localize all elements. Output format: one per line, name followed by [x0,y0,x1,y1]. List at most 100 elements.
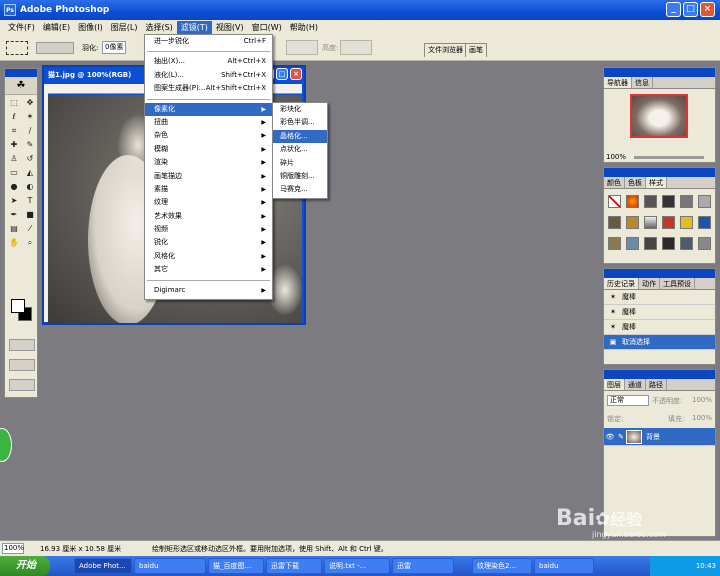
history-item-active[interactable]: ▣ 取消选择 [604,335,715,350]
marquee-icon[interactable]: ⬚ [7,97,21,109]
style-swatch[interactable] [698,237,711,250]
style-swatch[interactable] [644,237,657,250]
menu-item[interactable]: 锐化 ▶ [145,236,272,249]
selection-mode-icons[interactable] [36,42,74,54]
menu-item[interactable]: 风格化 ▶ [145,250,272,263]
submenu-item[interactable]: 点状化... [273,143,327,156]
menu-help[interactable]: 帮助(H) [286,21,322,34]
navigator-zoom[interactable]: 100% [606,153,626,161]
close-button[interactable]: × [700,2,715,17]
doc-maximize-button[interactable]: □ [276,68,288,80]
menu-edit[interactable]: 编辑(E) [39,21,74,34]
history-item[interactable]: ✶ 魔棒 [604,320,715,335]
doc-close-button[interactable]: × [290,68,302,80]
menu-view[interactable]: 视图(V) [212,21,248,34]
menu-layer[interactable]: 图层(L) [107,21,142,34]
brush-icon[interactable]: ✎ [23,139,37,151]
menu-item-digimarc[interactable]: Digimarc ▶ [145,284,272,297]
taskbar-item[interactable]: baidu [534,558,594,574]
menu-item[interactable]: 扭曲 ▶ [145,116,272,129]
taskbar-item[interactable]: 迅雷 [392,558,454,574]
zoom-icon[interactable]: ⌕ [23,237,37,249]
menu-item[interactable]: 渲染 ▶ [145,156,272,169]
eraser-icon[interactable]: ▭ [7,167,21,179]
style-swatch[interactable] [698,195,711,208]
tab-history[interactable]: 历史记录 [604,278,639,289]
eye-icon[interactable]: 👁 [604,433,616,441]
tab-file-browser[interactable]: 文件浏览器 [424,43,467,57]
path-select-icon[interactable]: ➤ [7,195,21,207]
slice-icon[interactable]: ∕ [23,125,37,137]
type-icon[interactable]: T [23,195,37,207]
taskbar-item[interactable]: 纹理染色2... [472,558,532,574]
zoom-slider[interactable] [634,156,704,159]
tab-brushes[interactable]: 画笔 [465,43,487,57]
tab-paths[interactable]: 路径 [646,379,667,390]
magic-wand-icon[interactable]: ✶ [23,111,37,123]
menu-item[interactable]: 画笔描边 ▶ [145,170,272,183]
menu-select[interactable]: 选择(S) [141,21,176,34]
tab-styles[interactable]: 样式 [646,177,667,188]
pen-icon[interactable]: ✒ [7,209,21,221]
menu-item[interactable]: 抽出(X)... Alt+Ctrl+X [145,55,272,68]
style-swatch[interactable] [680,195,693,208]
notes-icon[interactable]: ▤ [7,223,21,235]
shape-icon[interactable]: ■ [23,209,37,221]
lasso-icon[interactable]: ℓ [7,111,21,123]
submenu-item[interactable]: 彩块化 [273,103,327,116]
style-swatch[interactable] [662,195,675,208]
screen-mode-icon[interactable] [9,359,35,371]
tab-swatches[interactable]: 色板 [625,177,646,188]
dodge-icon[interactable]: ◐ [23,181,37,193]
status-zoom[interactable]: 100% [2,543,24,554]
menu-item[interactable]: 图案生成器(P)... Alt+Shift+Ctrl+X [145,82,272,95]
tab-channels[interactable]: 通道 [625,379,646,390]
clock[interactable]: 10:43 [696,562,716,570]
style-swatch[interactable] [608,216,621,229]
history-item[interactable]: ✶ 魔棒 [604,290,715,305]
healing-icon[interactable]: ✚ [7,139,21,151]
style-swatch[interactable] [680,216,693,229]
maximize-button[interactable]: □ [683,2,698,17]
menu-item[interactable]: 其它 ▶ [145,263,272,276]
taskbar-item[interactable]: Adobe Phot... [74,558,132,574]
taskbar-item[interactable]: 猫_百度图... [208,558,264,574]
marquee-tool-icon[interactable] [6,41,28,55]
taskbar-item[interactable]: 迅雷下载 [266,558,322,574]
jump-to-imageready-icon[interactable] [9,379,35,391]
tab-info[interactable]: 信息 [632,77,653,88]
style-swatch[interactable] [644,195,657,208]
crop-icon[interactable]: ⌗ [7,125,21,137]
feather-input[interactable]: 0像素 [102,41,126,54]
tab-tool-presets[interactable]: 工具预设 [660,278,695,289]
menu-filter[interactable]: 滤镜(T) [176,21,212,34]
navigator-thumbnail[interactable] [630,94,688,138]
history-item[interactable]: ✶ 魔棒 [604,305,715,320]
opacity-value[interactable]: 100% [692,396,712,404]
layer-row-background[interactable]: 👁 ✎ 背景 [604,428,715,446]
taskbar-item[interactable]: baidu [134,558,206,574]
tab-color[interactable]: 颜色 [604,177,625,188]
bucket-icon[interactable]: ◭ [23,167,37,179]
menu-item[interactable]: 进一步锐化 Ctrl+F [145,35,272,48]
eyedropper-icon[interactable]: ⁄ [23,223,37,235]
submenu-item[interactable]: 马赛克... [273,183,327,196]
menu-item[interactable]: 素描 ▶ [145,183,272,196]
style-swatch[interactable] [608,237,621,250]
menu-item-pixelate[interactable]: 像素化 ▶ [145,102,272,116]
blur-icon[interactable]: ● [7,181,21,193]
menu-image[interactable]: 图像(I) [74,21,107,34]
style-swatch[interactable] [626,237,639,250]
tab-layers[interactable]: 图层 [604,379,625,390]
style-swatch[interactable] [680,237,693,250]
quickmask-mode-icon[interactable] [9,339,35,351]
tab-navigator[interactable]: 导航器 [604,77,632,88]
menu-item[interactable]: 模糊 ▶ [145,143,272,156]
menu-item[interactable]: 杂色 ▶ [145,129,272,142]
style-swatch[interactable] [662,216,675,229]
history-brush-icon[interactable]: ↺ [23,153,37,165]
submenu-item-crystallize[interactable]: 晶格化... [273,129,327,144]
menu-item[interactable]: 液化(L)... Shift+Ctrl+X [145,69,272,82]
move-icon[interactable]: ✥ [23,97,37,109]
style-swatch[interactable] [626,195,639,208]
